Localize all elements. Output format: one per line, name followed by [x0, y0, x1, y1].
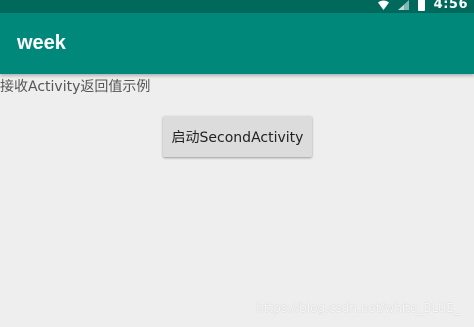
start-second-activity-button[interactable]: 启动SecondActivity [163, 116, 312, 157]
description-text: 接收Activity返回值示例 [0, 79, 151, 95]
status-time: 4:56 [433, 0, 468, 12]
app-bar: week [0, 13, 474, 74]
app-screen: 4:56 week 接收Activity返回值示例 启动SecondActivi… [0, 0, 474, 327]
signal-icon [397, 0, 409, 10]
status-bar: 4:56 [0, 0, 474, 13]
app-title: week [17, 32, 66, 54]
watermark: https://blog.csdn.net/white_BLUE_ [256, 301, 460, 315]
battery-icon [417, 0, 425, 11]
wifi-icon [377, 0, 389, 10]
status-icons: 4:56 [377, 0, 468, 13]
